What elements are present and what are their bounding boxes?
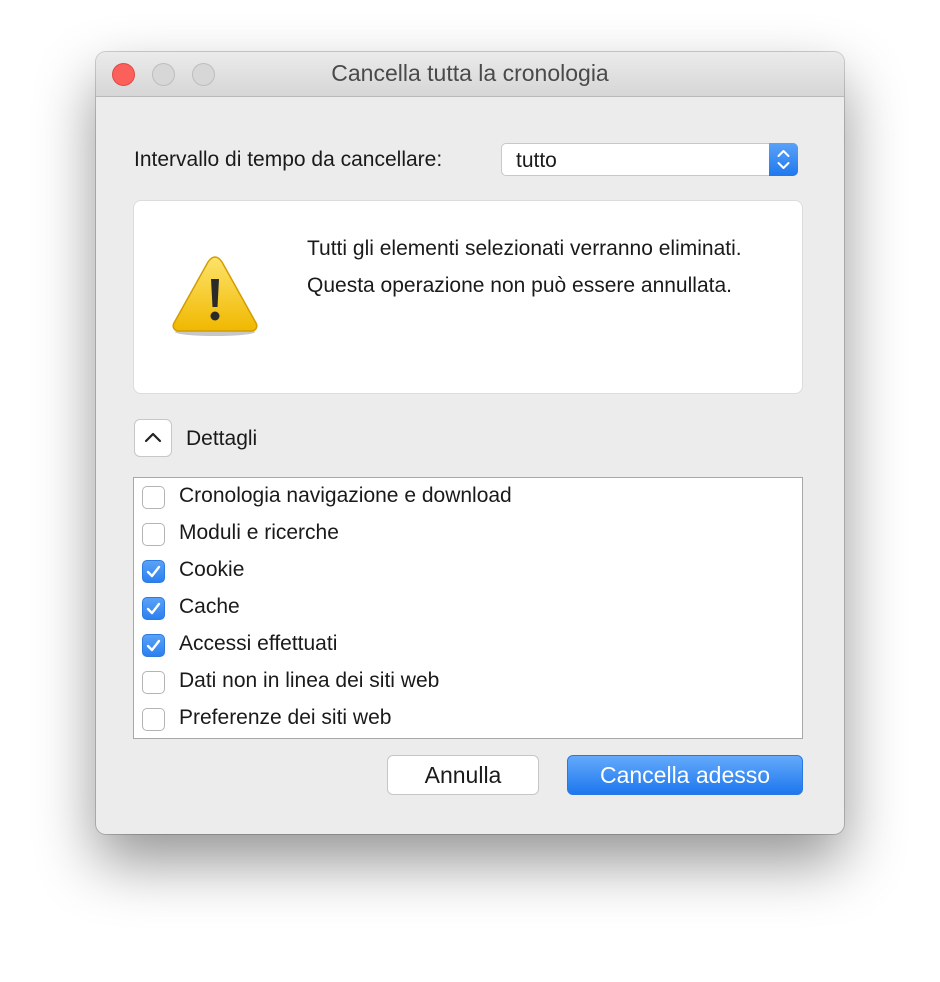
checkmark-icon bbox=[146, 602, 161, 615]
clear-history-dialog: Cancella tutta la cronologia Intervallo … bbox=[96, 52, 844, 834]
list-item-browsing-history[interactable]: Cronologia navigazione e download bbox=[142, 481, 782, 511]
item-label: Cache bbox=[179, 595, 240, 618]
chevron-updown-icon bbox=[777, 150, 790, 169]
warning-line-1: Tutti gli elementi selezionati verranno … bbox=[307, 237, 742, 260]
window-title: Cancella tutta la cronologia bbox=[331, 60, 609, 86]
clear-now-button[interactable]: Cancella adesso bbox=[567, 755, 803, 795]
item-label: Cookie bbox=[179, 558, 245, 581]
checkmark-icon bbox=[146, 565, 161, 578]
item-label: Cronologia navigazione e download bbox=[179, 484, 512, 507]
select-stepper bbox=[769, 143, 798, 176]
time-range-value: tutto bbox=[516, 149, 557, 172]
checkbox-cache[interactable] bbox=[142, 597, 165, 620]
item-label: Preferenze dei siti web bbox=[179, 706, 392, 729]
list-item-logins[interactable]: Accessi effettuati bbox=[142, 629, 782, 659]
chevron-up-icon bbox=[144, 432, 162, 443]
warning-line-2: Questa operazione non può essere annulla… bbox=[307, 274, 732, 297]
warning-panel: Tutti gli elementi selezionati verranno … bbox=[133, 200, 803, 394]
checkbox-offline-data[interactable] bbox=[142, 671, 165, 694]
checkbox-cookies[interactable] bbox=[142, 560, 165, 583]
warning-text: Tutti gli elementi selezionati verranno … bbox=[307, 235, 777, 309]
list-item-offline-data[interactable]: Dati non in linea dei siti web bbox=[142, 666, 782, 696]
list-item-site-preferences[interactable]: Preferenze dei siti web bbox=[142, 703, 782, 733]
time-range-select[interactable]: tutto bbox=[501, 143, 798, 176]
item-label: Accessi effettuati bbox=[179, 632, 338, 655]
title-bar: Cancella tutta la cronologia bbox=[96, 52, 844, 97]
details-label: Dettagli bbox=[186, 427, 258, 450]
checkbox-browsing-history[interactable] bbox=[142, 486, 165, 509]
details-toggle-button[interactable] bbox=[134, 419, 172, 457]
history-items-list: Cronologia navigazione e download Moduli… bbox=[133, 477, 803, 739]
item-label: Moduli e ricerche bbox=[179, 521, 339, 544]
checkbox-site-preferences[interactable] bbox=[142, 708, 165, 731]
checkmark-icon bbox=[146, 639, 161, 652]
time-range-label: Intervallo di tempo da cancellare: bbox=[134, 148, 443, 171]
item-label: Dati non in linea dei siti web bbox=[179, 669, 440, 692]
list-item-cookies[interactable]: Cookie bbox=[142, 555, 782, 585]
warning-triangle-icon bbox=[172, 256, 258, 336]
checkbox-forms[interactable] bbox=[142, 523, 165, 546]
list-item-cache[interactable]: Cache bbox=[142, 592, 782, 622]
list-item-forms[interactable]: Moduli e ricerche bbox=[142, 518, 782, 548]
cancel-button[interactable]: Annulla bbox=[387, 755, 539, 795]
checkbox-logins[interactable] bbox=[142, 634, 165, 657]
